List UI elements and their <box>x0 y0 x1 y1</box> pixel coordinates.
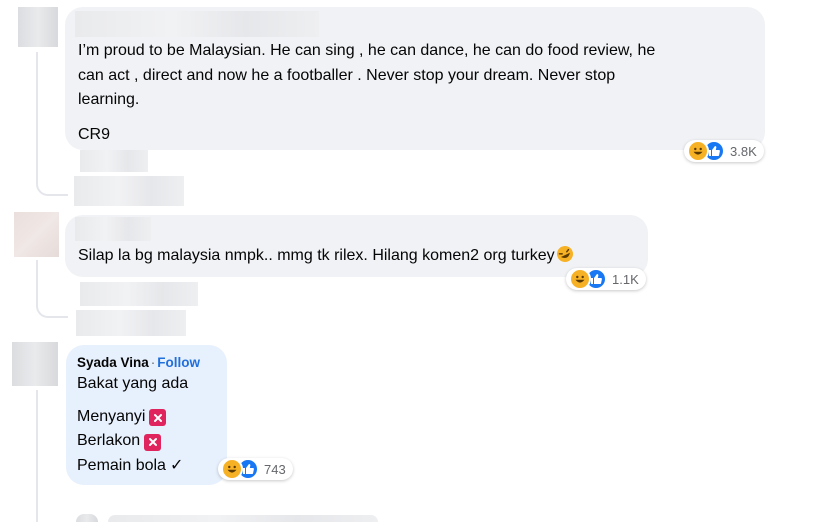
thread-connector <box>36 260 38 300</box>
thread-connector-branch <box>36 298 68 318</box>
reaction-count: 1.1K <box>612 271 639 287</box>
view-replies-redacted[interactable] <box>76 310 186 336</box>
comment-bubble: Silap la bg malaysia nmpk.. mmg tk rilex… <box>65 215 648 277</box>
comment-text: Bakat yang ada <box>77 375 189 392</box>
comment-bubble: I’m proud to be Malaysian. He can sing ,… <box>65 7 765 150</box>
avatar[interactable] <box>76 514 98 522</box>
thread-connector-branch <box>36 176 68 196</box>
comment-bubble-redacted <box>108 515 378 522</box>
haha-icon <box>687 140 709 162</box>
separator-dot: · <box>150 355 156 370</box>
list-item-label: Berlakon <box>77 432 141 449</box>
avatar[interactable] <box>14 212 59 257</box>
follow-button[interactable]: Follow <box>157 355 200 370</box>
comment-text: I’m proud to be Malaysian. He can sing ,… <box>78 42 656 108</box>
comment-body: Silap la bg malaysia nmpk.. mmg tk rilex… <box>78 247 555 264</box>
list-item: Berlakon <box>77 429 217 454</box>
reaction-count: 3.8K <box>730 143 757 159</box>
author-name-redacted[interactable] <box>75 11 319 37</box>
comment-bubble: Syada Vina · Follow Bakat yang ada Menyany… <box>66 345 227 485</box>
list-item-label: Pemain bola <box>77 456 166 474</box>
view-replies-redacted[interactable] <box>74 176 184 206</box>
comment-author-row: Syada Vina · Follow <box>77 355 217 370</box>
talent-list: Menyanyi Berlakon Pemain bola ✓ <box>77 405 217 479</box>
comment-thread: I’m proud to be Malaysian. He can sing ,… <box>0 0 816 522</box>
reaction-summary[interactable]: 3.8K <box>684 140 764 162</box>
rolling-laughing-emoji <box>556 245 574 272</box>
cross-mark-icon <box>149 409 167 426</box>
thread-connector <box>36 390 38 522</box>
list-item-label: Menyanyi <box>77 407 146 425</box>
reaction-summary[interactable]: 743 <box>218 458 293 480</box>
comment-signature: CR9 <box>78 125 111 143</box>
comment-actions-redacted[interactable] <box>80 282 198 306</box>
reaction-count: 743 <box>264 461 286 477</box>
comment-author[interactable]: Syada Vina <box>77 355 149 370</box>
haha-icon <box>221 458 243 480</box>
haha-icon <box>569 268 591 290</box>
check-mark-icon: ✓ <box>169 456 184 474</box>
avatar[interactable] <box>12 342 58 386</box>
comment-text: Silap la bg malaysia nmpk.. mmg tk rilex… <box>78 244 634 272</box>
reaction-summary[interactable]: 1.1K <box>566 268 646 290</box>
thread-connector <box>36 52 38 177</box>
list-item: Pemain bola ✓ <box>77 454 217 479</box>
list-item: Menyanyi <box>77 405 217 430</box>
author-name-redacted[interactable] <box>75 217 151 241</box>
comment-actions-redacted[interactable] <box>80 150 148 172</box>
avatar[interactable] <box>18 7 58 47</box>
cross-mark-icon <box>144 433 162 451</box>
